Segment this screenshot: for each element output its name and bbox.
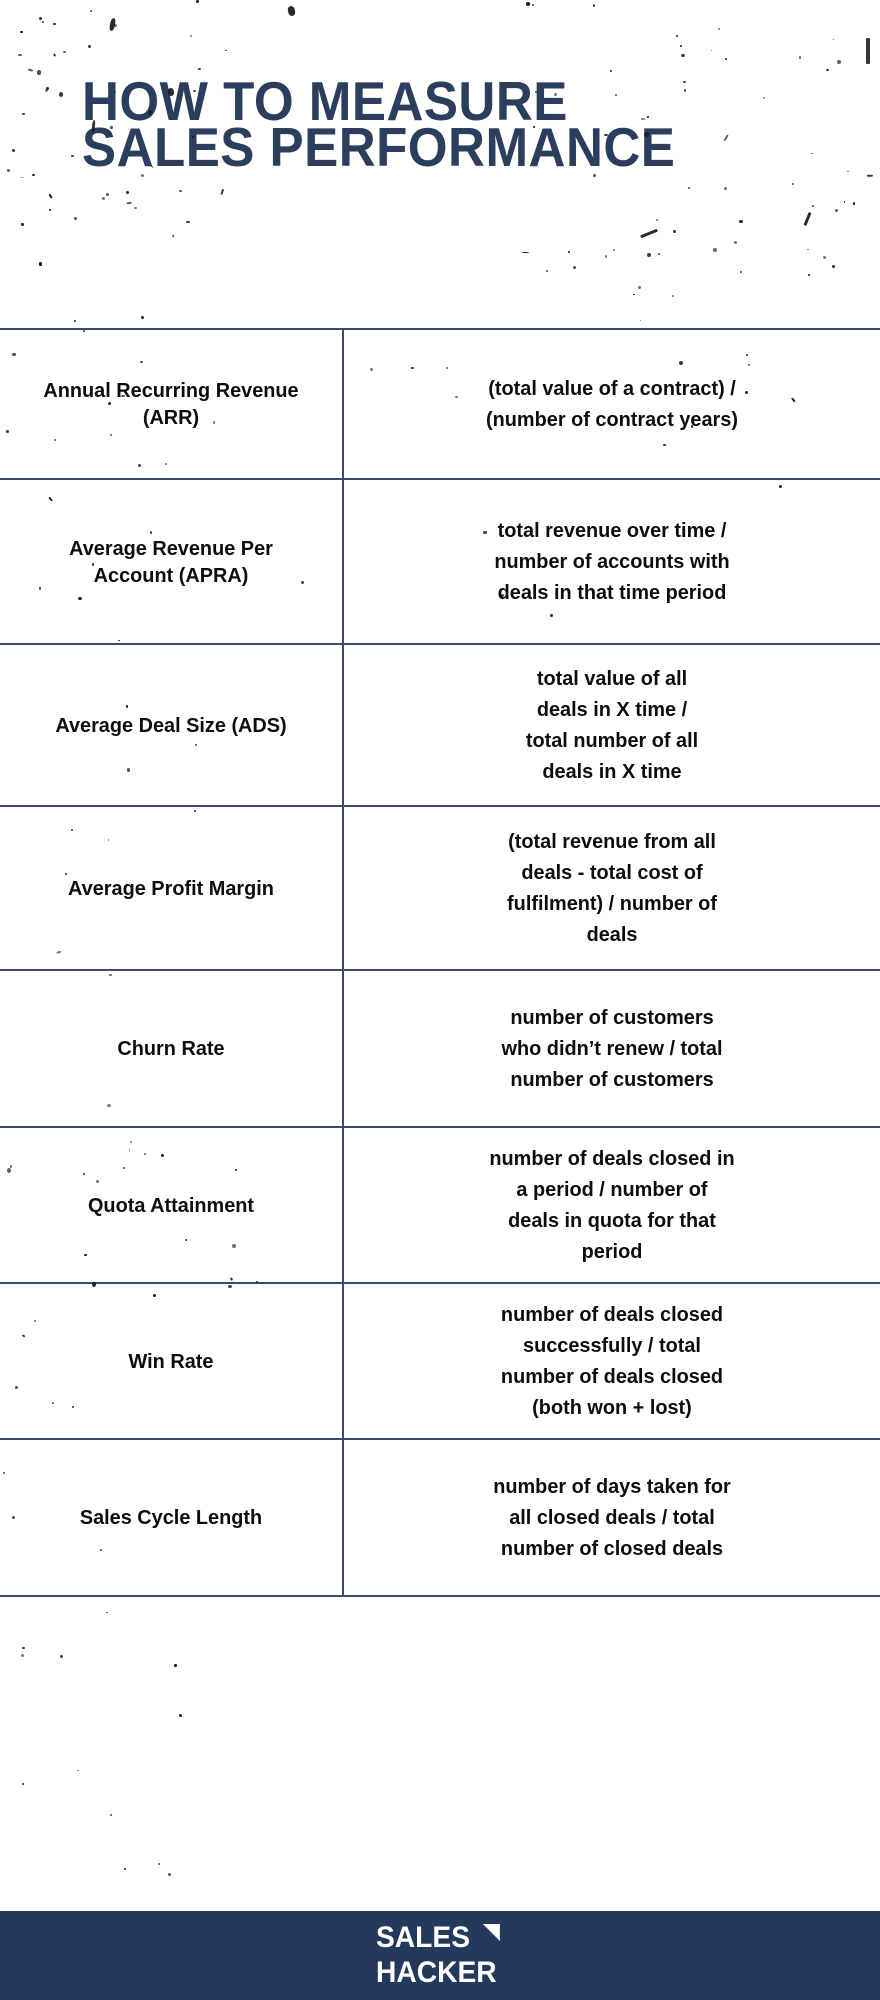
metric-name-text: Average Deal Size (ADS) (55, 713, 287, 737)
page-title: HOW TO MEASURE SALES PERFORMANCE (82, 70, 676, 178)
metric-formula-text: number of customers who didn’t renew / t… (501, 1006, 723, 1091)
metric-formula-cell: total value of all deals in X time / tot… (344, 645, 880, 805)
metric-formula-text: number of deals closed in a period / num… (489, 1147, 735, 1263)
table-row: Sales Cycle Length number of days taken … (0, 1440, 880, 1597)
metric-formula-text: total revenue over time / number of acco… (494, 519, 730, 604)
logo-text-sales: SALES (375, 1921, 470, 1954)
metric-name-cell: Annual Recurring Revenue (ARR) (0, 330, 344, 478)
metric-name-text: Sales Cycle Length (79, 1506, 263, 1529)
metric-name-text: Annual Recurring Revenue (ARR) (43, 379, 299, 429)
metric-name-cell: Average Profit Margin (0, 807, 344, 969)
metric-formula-cell: (total value of a contract) / (number of… (344, 330, 880, 478)
metric-name-cell: Average Deal Size (ADS) (0, 645, 344, 805)
table-row: Annual Recurring Revenue (ARR) (total va… (0, 330, 880, 480)
metric-formula-text: (total value of a contract) / (number of… (486, 377, 738, 431)
sales-hacker-logo: SALES HACKER (376, 1923, 504, 1988)
triangle-icon (482, 1924, 500, 1941)
table-row: Quota Attainment number of deals closed … (0, 1128, 880, 1284)
metric-formula-cell: (total revenue from all deals - total co… (344, 807, 880, 969)
metric-name-text: Churn Rate (117, 1037, 225, 1060)
metric-name-cell: Quota Attainment (0, 1128, 344, 1282)
metric-name-text: Win Rate (128, 1349, 214, 1373)
table-row: Average Profit Margin (total revenue fro… (0, 807, 880, 971)
table-row: Win Rate number of deals closed successf… (0, 1284, 880, 1440)
header-banner: HOW TO MEASURE SALES PERFORMANCE (0, 0, 880, 328)
metric-formula-cell: number of deals closed in a period / num… (344, 1128, 880, 1282)
metric-name-cell: Sales Cycle Length (0, 1440, 344, 1595)
table-row: Churn Rate number of customers who didn’… (0, 971, 880, 1128)
metric-name-cell: Win Rate (0, 1284, 344, 1438)
metric-formula-text: number of deals closed successfully / to… (500, 1303, 724, 1419)
metric-name-cell: Average Revenue Per Account (APRA) (0, 480, 344, 643)
metric-name-cell: Churn Rate (0, 971, 344, 1126)
table-row: Average Deal Size (ADS) total value of a… (0, 645, 880, 807)
metric-name-text: Average Revenue Per Account (APRA) (69, 536, 273, 587)
metric-formula-text: number of days taken for all closed deal… (493, 1475, 731, 1560)
metric-formula-text: (total revenue from all deals - total co… (507, 830, 717, 946)
metric-name-text: Average Profit Margin (68, 876, 274, 900)
table-row: Average Revenue Per Account (APRA) total… (0, 480, 880, 645)
metric-formula-cell: number of days taken for all closed deal… (344, 1440, 880, 1595)
metrics-table: Annual Recurring Revenue (ARR) (total va… (0, 328, 880, 1597)
logo-text-hacker: HACKER (375, 1956, 497, 1989)
logo-top-row: SALES (376, 1923, 500, 1953)
metric-formula-cell: total revenue over time / number of acco… (344, 480, 880, 643)
metric-formula-cell: number of deals closed successfully / to… (344, 1284, 880, 1438)
footer-bar: SALES HACKER (0, 1911, 880, 2000)
metric-formula-cell: number of customers who didn’t renew / t… (344, 971, 880, 1126)
metric-name-text: Quota Attainment (87, 1193, 255, 1217)
metric-formula-text: total value of all deals in X time / tot… (525, 667, 699, 783)
